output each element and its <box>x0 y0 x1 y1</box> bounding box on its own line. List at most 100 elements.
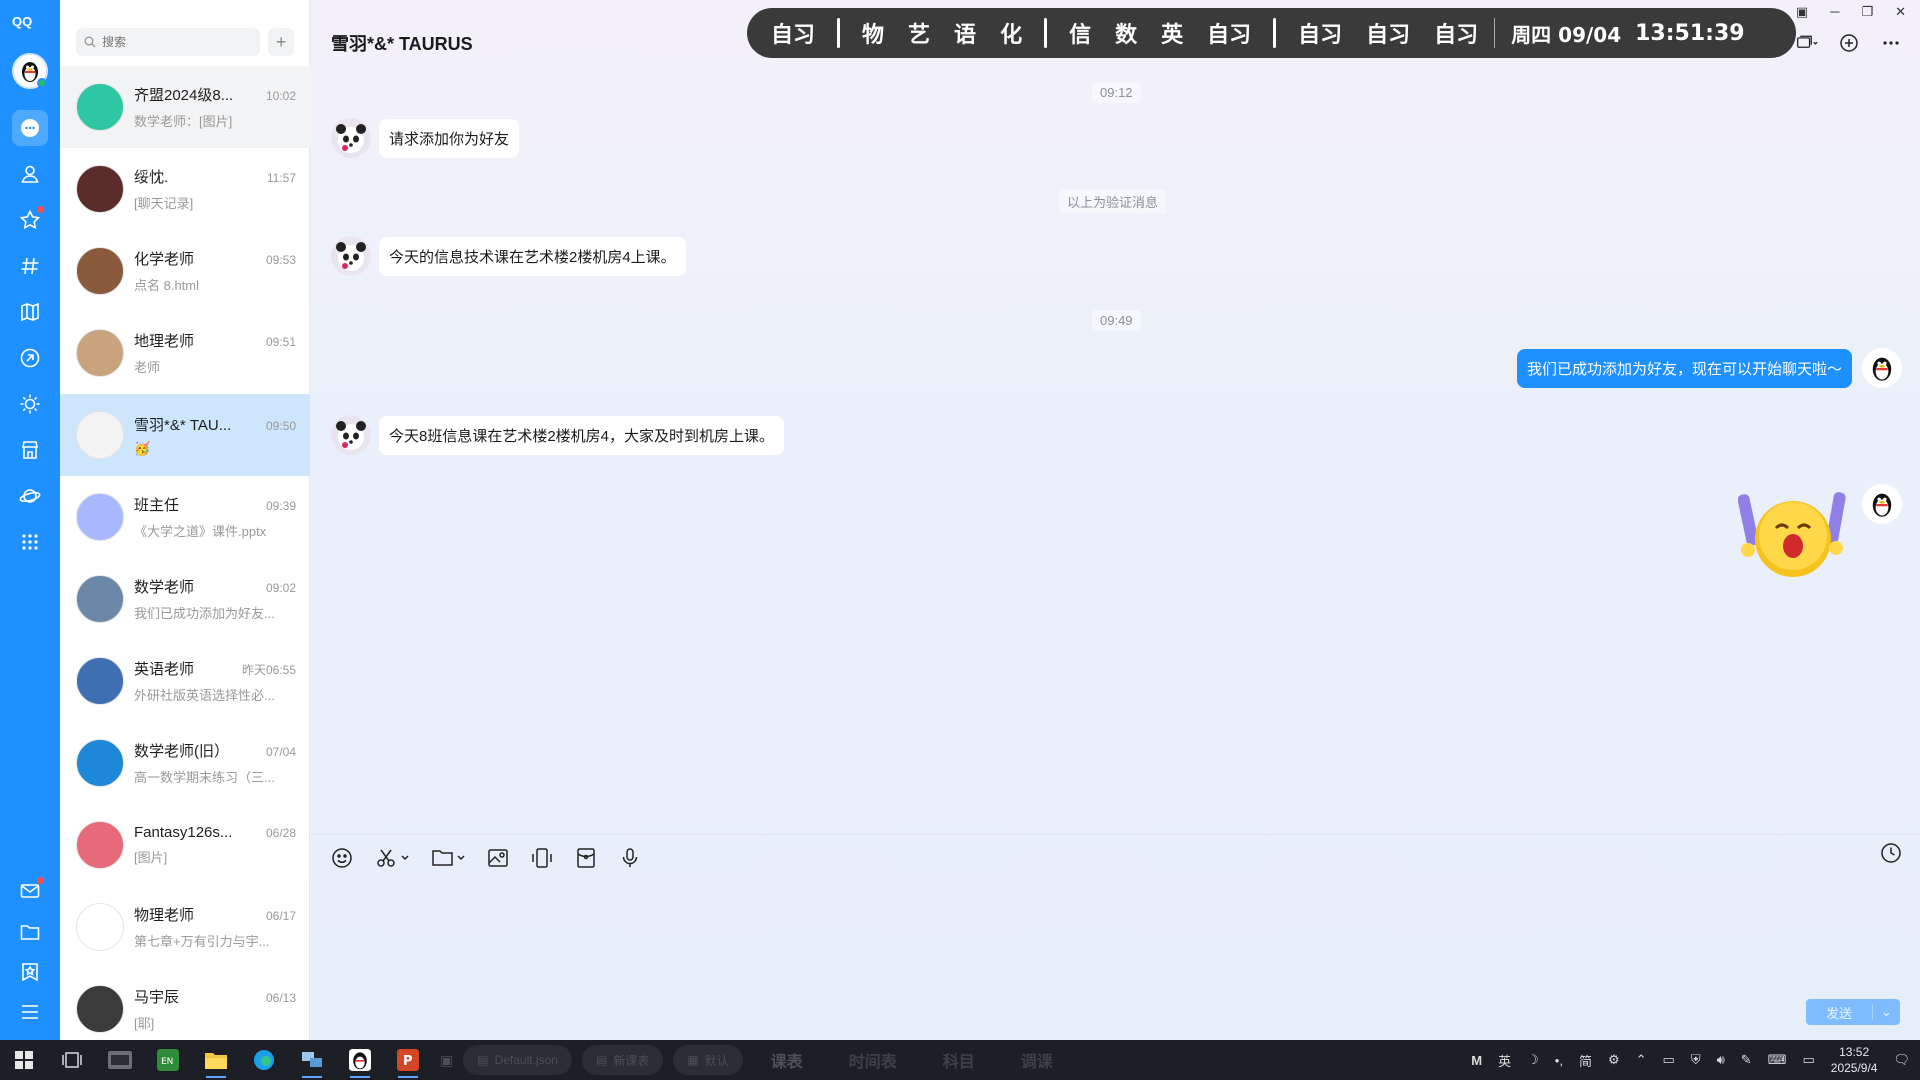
volume-icon[interactable]: 🔊︎ <box>1717 1052 1725 1068</box>
tray-expand-chevron-icon[interactable]: ⌃ <box>1636 1052 1647 1068</box>
last-message-time: 11:57 <box>266 171 296 185</box>
nav-channels[interactable] <box>12 248 48 284</box>
taskbar-app-powerpoint[interactable]: P <box>384 1040 432 1080</box>
default-pill[interactable]: ▦ 默认 <box>673 1045 743 1075</box>
message-bubble[interactable]: 今天8班信息课在艺术楼2楼机房4，大家及时到机房上课。 <box>379 415 785 455</box>
nav-bookmarks[interactable] <box>12 954 48 990</box>
nav-apps[interactable] <box>12 524 48 560</box>
screen-record-icon[interactable] <box>1796 32 1818 54</box>
more-options-icon[interactable] <box>1880 32 1902 54</box>
punctuation-icon[interactable]: •, <box>1555 1053 1563 1068</box>
nav-menu[interactable] <box>12 994 48 1030</box>
ime-script[interactable]: 简 <box>1579 1051 1592 1070</box>
contact-name: 物理老师 <box>134 907 195 924</box>
conversation-item[interactable]: 班主任 09:39 《大学之道》课件.pptx <box>60 476 310 558</box>
conversation-item[interactable]: 英语老师 昨天06:55 外研社版英语选择性必... <box>60 640 310 722</box>
sender-avatar[interactable] <box>331 118 371 158</box>
minimize-button[interactable]: ─ <box>1830 4 1839 20</box>
contact-avatar <box>76 821 124 869</box>
save-icon[interactable]: ▣ <box>440 1052 453 1069</box>
tab-subjects[interactable]: 科目 <box>943 1048 975 1072</box>
conversation-meta: 地理老师 09:51 老师 <box>134 330 296 376</box>
new-schedule-pill[interactable]: ▤ 新课表 <box>581 1045 664 1075</box>
image-icon[interactable] <box>487 847 509 869</box>
shake-icon[interactable] <box>531 847 553 869</box>
cheering-emoji-sticker[interactable] <box>1738 484 1848 579</box>
nav-mail[interactable] <box>12 873 48 909</box>
security-shield-icon[interactable]: ⛨ <box>1691 1052 1701 1068</box>
taskbar-app-cmd[interactable] <box>96 1040 144 1080</box>
conversation-item[interactable]: 物理老师 06/17 第七章+万有引力与宇... <box>60 886 310 968</box>
my-message-avatar[interactable] <box>1862 348 1902 388</box>
taskbar-app-network[interactable] <box>288 1040 336 1080</box>
my-message-avatar[interactable] <box>1862 484 1902 524</box>
conversation-item[interactable]: 雪羽*&* TAU... 09:50 🥳 <box>60 394 310 476</box>
message-bubble[interactable]: 今天的信息技术课在艺术楼2楼机房4上课。 <box>379 236 686 276</box>
last-message-time: 09:53 <box>265 253 296 267</box>
taskbar-app-qq[interactable] <box>336 1040 384 1080</box>
ime-mode-icon[interactable]: M <box>1471 1053 1482 1068</box>
tab-schedule[interactable]: 课表 <box>771 1048 803 1072</box>
network-icon[interactable]: ▭ <box>1663 1052 1675 1068</box>
conversation-item[interactable]: 数学老师 09:02 我们已成功添加为好友... <box>60 558 310 640</box>
pen-icon[interactable]: ✎ <box>1741 1052 1752 1068</box>
taskbar-app-en[interactable]: EN <box>144 1040 192 1080</box>
nav-contacts[interactable] <box>12 156 48 192</box>
system-clock[interactable]: 13:52 2025/9/4 <box>1831 1044 1878 1076</box>
sender-avatar[interactable] <box>331 415 371 455</box>
taskbar-app-edge[interactable] <box>240 1040 288 1080</box>
nav-messages[interactable] <box>12 110 48 146</box>
maximize-button[interactable]: ❐ <box>1861 4 1873 20</box>
tab-timetable[interactable]: 时间表 <box>849 1048 897 1072</box>
create-button[interactable]: + <box>268 28 294 56</box>
nav-planet[interactable] <box>12 478 48 514</box>
emoji-icon[interactable] <box>331 847 353 869</box>
message-bubble[interactable]: 我们已成功添加为好友，现在可以开始聊天啦～ <box>1516 348 1852 388</box>
search-box[interactable] <box>76 28 261 56</box>
folder-send-icon[interactable] <box>431 847 465 869</box>
history-clock-icon[interactable] <box>1880 842 1902 869</box>
conversation-item[interactable]: 马宇辰 06/13 [耶] <box>60 968 310 1050</box>
ime-language[interactable]: 英 <box>1498 1051 1511 1070</box>
microphone-icon[interactable] <box>619 847 641 869</box>
nav-files[interactable] <box>12 914 48 950</box>
moon-icon[interactable]: ☽ <box>1527 1052 1539 1068</box>
message-bubble[interactable]: 请求添加你为好友 <box>379 118 520 158</box>
task-view-button[interactable] <box>48 1040 96 1080</box>
conversation-item[interactable]: Fantasy126s... 06/28 [图片] <box>60 804 310 886</box>
keyboard-icon[interactable]: ⌨ <box>1768 1052 1787 1068</box>
send-options-chevron-icon[interactable]: ⌄ <box>1872 1004 1900 1020</box>
qq-penguin-icon <box>349 1049 371 1071</box>
add-member-icon[interactable] <box>1838 32 1860 54</box>
tablet-mode-icon[interactable]: ▭ <box>1802 1052 1814 1068</box>
nav-favorites[interactable] <box>12 202 48 238</box>
config-file-pill[interactable]: ▤ Default.json <box>463 1045 572 1075</box>
pin-window-icon[interactable]: ▣ <box>1796 4 1808 20</box>
red-packet-icon[interactable] <box>575 847 597 869</box>
chat-title[interactable]: 雪羽*&* TAURUS <box>331 30 473 56</box>
my-avatar[interactable] <box>12 53 48 89</box>
settings-gear-icon[interactable]: ⚙ <box>1608 1052 1620 1068</box>
start-button[interactable] <box>0 1040 48 1080</box>
chat-panel: 雪羽*&* TAURUS ▣ ─ ❐ ✕ 自习 物艺语化 信数英自习 自习 自习自… <box>311 0 1920 1040</box>
conversation-meta: 英语老师 昨天06:55 外研社版英语选择性必... <box>134 658 296 704</box>
close-button[interactable]: ✕ <box>1895 4 1906 20</box>
conversation-item[interactable]: 绥忱. 11:57 [聊天记录] <box>60 148 310 230</box>
tab-swap-class[interactable]: 调课 <box>1021 1048 1053 1072</box>
screenshot-icon[interactable] <box>375 847 409 869</box>
nav-weather[interactable] <box>12 386 48 422</box>
nav-space[interactable] <box>12 294 48 330</box>
conversation-item[interactable]: 数学老师(旧） 07/04 高一数学期末练习（三... <box>60 722 310 804</box>
conversation-item[interactable]: 齐盟2024级8... 10:02 数学老师：[图片] <box>60 66 310 148</box>
sender-avatar[interactable] <box>331 236 371 276</box>
panda-avatar-icon <box>331 118 371 158</box>
search-input[interactable] <box>102 35 252 49</box>
send-button[interactable]: 发送 <box>1806 1003 1872 1022</box>
conversation-item[interactable]: 地理老师 09:51 老师 <box>60 312 310 394</box>
conversation-item[interactable]: 化学老师 09:53 点名 8.html <box>60 230 310 312</box>
nav-link[interactable] <box>12 340 48 376</box>
conversation-header: 数学老师 09:02 <box>134 576 296 597</box>
taskbar-app-explorer[interactable] <box>192 1040 240 1080</box>
nav-store[interactable] <box>12 432 48 468</box>
notification-center-icon[interactable]: 🗨︎ <box>1893 1052 1910 1068</box>
